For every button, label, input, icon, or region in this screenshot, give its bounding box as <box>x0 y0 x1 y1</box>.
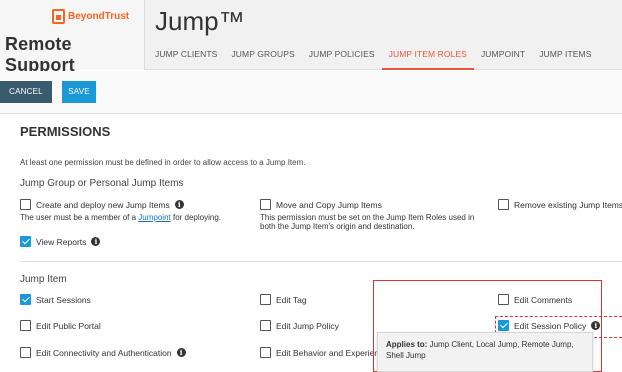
view-reports-label: View Reports <box>36 236 87 247</box>
app-header: BeyondTrust Remote Support Jump™ JUMP CL… <box>0 0 622 75</box>
edit-public-portal-checkbox[interactable] <box>20 320 31 331</box>
perm-create-deploy[interactable]: Create and deploy new Jump Items i <box>20 199 184 210</box>
perm-edit-behavior[interactable]: Edit Behavior and Experienc <box>260 347 383 358</box>
start-sessions-checkbox[interactable] <box>20 294 31 305</box>
tab-jump-item-roles[interactable]: JUMP ITEM ROLES <box>381 48 474 70</box>
logo[interactable]: BeyondTrust Remote Support <box>0 0 145 75</box>
toolbar: CANCEL SAVE <box>0 71 622 114</box>
perm-edit-jump-policy[interactable]: Edit Jump Policy <box>260 320 339 331</box>
create-deploy-note-prefix: The user must be a member of a <box>20 213 139 222</box>
tab-jump-groups[interactable]: JUMP GROUPS <box>224 48 301 70</box>
move-copy-note: This permission must be set on the Jump … <box>260 213 474 231</box>
create-deploy-checkbox[interactable] <box>20 199 31 210</box>
perm-remove-existing[interactable]: Remove existing Jump Items <box>498 199 622 210</box>
perm-move-copy[interactable]: Move and Copy Jump Items <box>260 199 382 210</box>
tab-jump-policies[interactable]: JUMP POLICIES <box>302 48 382 70</box>
edit-behavior-label: Edit Behavior and Experienc <box>276 347 384 358</box>
nav-tabs: JUMP CLIENTS JUMP GROUPS JUMP POLICIES J… <box>148 48 599 70</box>
beyondtrust-logo-icon <box>52 9 65 24</box>
create-deploy-note: The user must be a member of a Jumpoint … <box>20 213 221 222</box>
perm-start-sessions[interactable]: Start Sessions <box>20 294 91 305</box>
edit-public-portal-label: Edit Public Portal <box>36 320 101 331</box>
create-deploy-note-suffix: for deploying. <box>170 213 222 222</box>
view-reports-checkbox[interactable] <box>20 236 31 247</box>
tooltip: Applies to: Jump Client, Local Jump, Rem… <box>377 332 593 372</box>
move-copy-checkbox[interactable] <box>260 199 271 210</box>
logo-brand-row: BeyondTrust <box>52 9 129 24</box>
edit-jump-policy-checkbox[interactable] <box>260 320 271 331</box>
perm-edit-connectivity[interactable]: Edit Connectivity and Authentication i <box>20 347 186 358</box>
move-copy-label: Move and Copy Jump Items <box>276 199 382 210</box>
section-title: PERMISSIONS <box>20 124 111 139</box>
perm-edit-public-portal[interactable]: Edit Public Portal <box>20 320 101 331</box>
page-title: Jump™ <box>155 6 245 36</box>
cancel-button[interactable]: CANCEL <box>0 81 52 103</box>
perm-edit-tag[interactable]: Edit Tag <box>260 294 307 305</box>
tooltip-prefix: Applies to: <box>386 340 428 349</box>
info-icon[interactable]: i <box>176 348 186 357</box>
group-heading-jump-item: Jump Item <box>20 274 67 285</box>
edit-jump-policy-label: Edit Jump Policy <box>276 320 339 331</box>
edit-behavior-checkbox[interactable] <box>260 347 271 358</box>
move-copy-note-line2: both the Jump Item's origin and destinat… <box>260 222 415 231</box>
info-icon[interactable]: i <box>91 237 101 246</box>
perm-view-reports[interactable]: View Reports i <box>20 236 101 247</box>
edit-connectivity-label: Edit Connectivity and Authentication <box>36 347 172 358</box>
save-button[interactable]: SAVE <box>62 81 96 103</box>
create-deploy-label: Create and deploy new Jump Items <box>36 199 170 210</box>
edit-tag-label: Edit Tag <box>276 294 307 305</box>
start-sessions-label: Start Sessions <box>36 294 91 305</box>
tab-jumpoint[interactable]: JUMPOINT <box>474 48 532 70</box>
group-heading-jump-group: Jump Group or Personal Jump Items <box>20 178 184 189</box>
tab-jump-items[interactable]: JUMP ITEMS <box>532 48 598 70</box>
logo-brand-name: BeyondTrust <box>68 11 130 22</box>
permissions-note: At least one permission must be defined … <box>20 158 306 167</box>
edit-tag-checkbox[interactable] <box>260 294 271 305</box>
remove-existing-label: Remove existing Jump Items <box>514 199 622 210</box>
edit-connectivity-checkbox[interactable] <box>20 347 31 358</box>
info-icon[interactable]: i <box>174 200 184 209</box>
tab-jump-clients[interactable]: JUMP CLIENTS <box>148 48 224 70</box>
move-copy-note-line1: This permission must be set on the Jump … <box>260 213 475 222</box>
jumpoint-link[interactable]: Jumpoint <box>138 213 170 222</box>
logo-product-name: Remote Support <box>5 34 75 75</box>
remove-existing-checkbox[interactable] <box>498 199 509 210</box>
divider <box>20 261 622 262</box>
